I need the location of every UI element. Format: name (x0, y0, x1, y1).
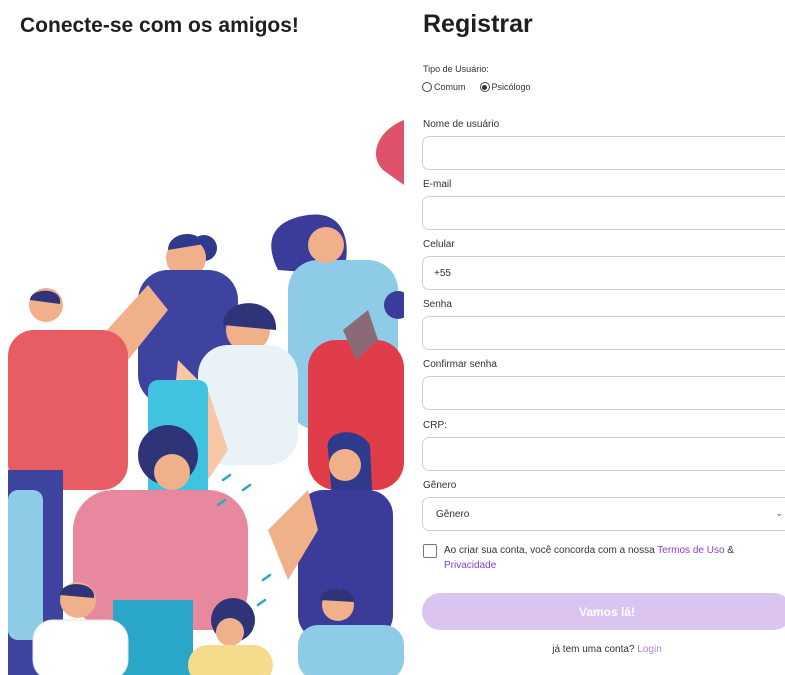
terms-prefix: Ao criar sua conta, você concorda com a … (444, 545, 658, 556)
form-title: Registrar (423, 10, 533, 38)
radio-option-psicologo[interactable]: Psicólogo (479, 82, 531, 92)
radio-psicologo[interactable] (479, 82, 490, 92)
submit-button[interactable]: Vamos lá! (422, 593, 785, 630)
people-illustration (8, 60, 404, 675)
email-label: E-mail (423, 179, 452, 190)
terms-checkbox[interactable] (423, 544, 437, 558)
terms-connector: & (724, 545, 734, 556)
privacy-link[interactable]: Privacidade (444, 560, 496, 571)
chevron-down-icon: ⌄ (775, 508, 783, 518)
confirm-password-input[interactable] (422, 376, 785, 410)
radio-comum[interactable] (422, 82, 432, 92)
terms-of-use-link[interactable]: Termos de Uso (657, 545, 724, 556)
email-input[interactable] (422, 196, 785, 230)
crp-label: CRP: (423, 420, 447, 431)
radio-option-comum[interactable]: Comum (422, 82, 466, 92)
gender-label: Gênero (423, 480, 457, 491)
radio-psicologo-label: Psicólogo (491, 82, 531, 92)
terms-row: Ao criar sua conta, você concorda com a … (423, 543, 768, 573)
password-label: Senha (423, 299, 452, 310)
username-label: Nome de usuário (423, 119, 500, 130)
crp-input[interactable] (422, 437, 785, 471)
gender-select[interactable]: Gênero ⌄ (422, 497, 785, 531)
terms-text: Ao criar sua conta, você concorda com a … (444, 543, 768, 573)
user-type-radio-group: Comum Psicólogo (422, 82, 545, 92)
login-prompt: já tem uma conta? (552, 644, 635, 655)
left-title: Conecte-se com os amigos! (20, 14, 299, 37)
login-row: já tem uma conta? Login (422, 644, 785, 655)
phone-label: Celular (423, 239, 455, 250)
gender-select-value: Gênero (436, 508, 470, 520)
username-input[interactable] (422, 136, 785, 170)
login-link[interactable]: Login (637, 644, 661, 655)
user-type-label: Tipo de Usuário: (423, 64, 489, 74)
confirm-password-label: Confirmar senha (423, 359, 497, 370)
password-input[interactable] (422, 316, 785, 350)
phone-input[interactable]: +55 (422, 256, 785, 290)
radio-comum-label: Comum (434, 82, 466, 92)
